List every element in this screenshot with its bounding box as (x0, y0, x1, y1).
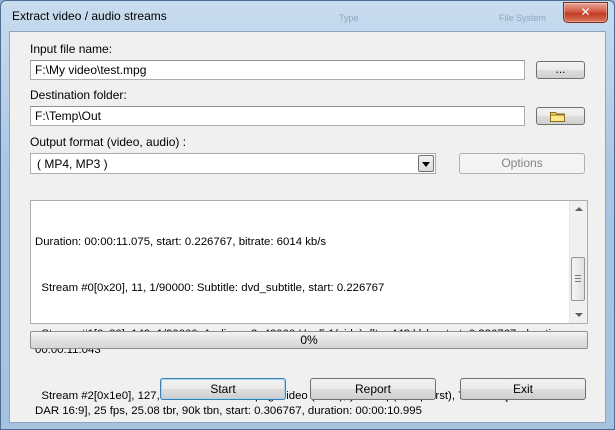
window-title: Extract video / audio streams (12, 9, 167, 23)
input-file-label: Input file name: (30, 42, 113, 56)
input-file-field[interactable]: F:\My video\test.mpg (30, 60, 525, 80)
start-button[interactable]: Start (160, 378, 286, 400)
progress-text: 0% (300, 333, 318, 347)
scroll-up-icon[interactable] (570, 201, 587, 218)
ghost-column-file-system: File System (499, 13, 547, 23)
output-format-select[interactable]: ( MP4, MP3 ) (30, 153, 436, 174)
browse-input-label: ... (555, 62, 566, 76)
log-output[interactable]: Duration: 00:00:11.075, start: 0.226767,… (30, 200, 588, 417)
browse-folder-button[interactable] (536, 107, 585, 125)
dropdown-arrow-button[interactable] (418, 155, 434, 172)
exit-button-label: Exit (512, 382, 533, 396)
report-button-label: Report (354, 382, 392, 396)
options-button-label: Options (501, 156, 543, 170)
progress-bar: 0% (30, 331, 588, 349)
close-icon: ✕ (580, 5, 591, 19)
title-bar[interactable]: Extract video / audio streams Type File … (1, 1, 614, 31)
options-button[interactable]: Options (459, 153, 585, 174)
output-format-value: ( MP4, MP3 ) (37, 157, 108, 171)
dialog-client-area: Input file name: F:\My video\test.mpg ..… (9, 31, 606, 423)
destination-folder-label: Destination folder: (30, 88, 127, 102)
ghost-column-type: Type (339, 13, 359, 23)
exit-button[interactable]: Exit (460, 378, 586, 400)
report-button[interactable]: Report (310, 378, 436, 400)
browse-input-button[interactable]: ... (536, 61, 585, 79)
scroll-down-icon[interactable] (570, 306, 587, 323)
start-button-label: Start (210, 382, 236, 396)
output-format-label: Output format (video, audio) : (30, 135, 187, 149)
scroll-thumb[interactable] (571, 257, 585, 301)
log-scrollbar[interactable] (569, 201, 587, 323)
extract-streams-window: Extract video / audio streams Type File … (0, 0, 615, 430)
log-line: Duration: 00:00:11.075, start: 0.226767,… (35, 235, 327, 248)
log-line: Stream #0[0x20], 11, 1/90000: Subtitle: … (35, 282, 385, 295)
destination-folder-field[interactable]: F:\Temp\Out (30, 106, 525, 126)
folder-icon (550, 112, 565, 122)
chevron-down-icon (422, 162, 430, 167)
close-button[interactable]: ✕ (563, 2, 608, 23)
